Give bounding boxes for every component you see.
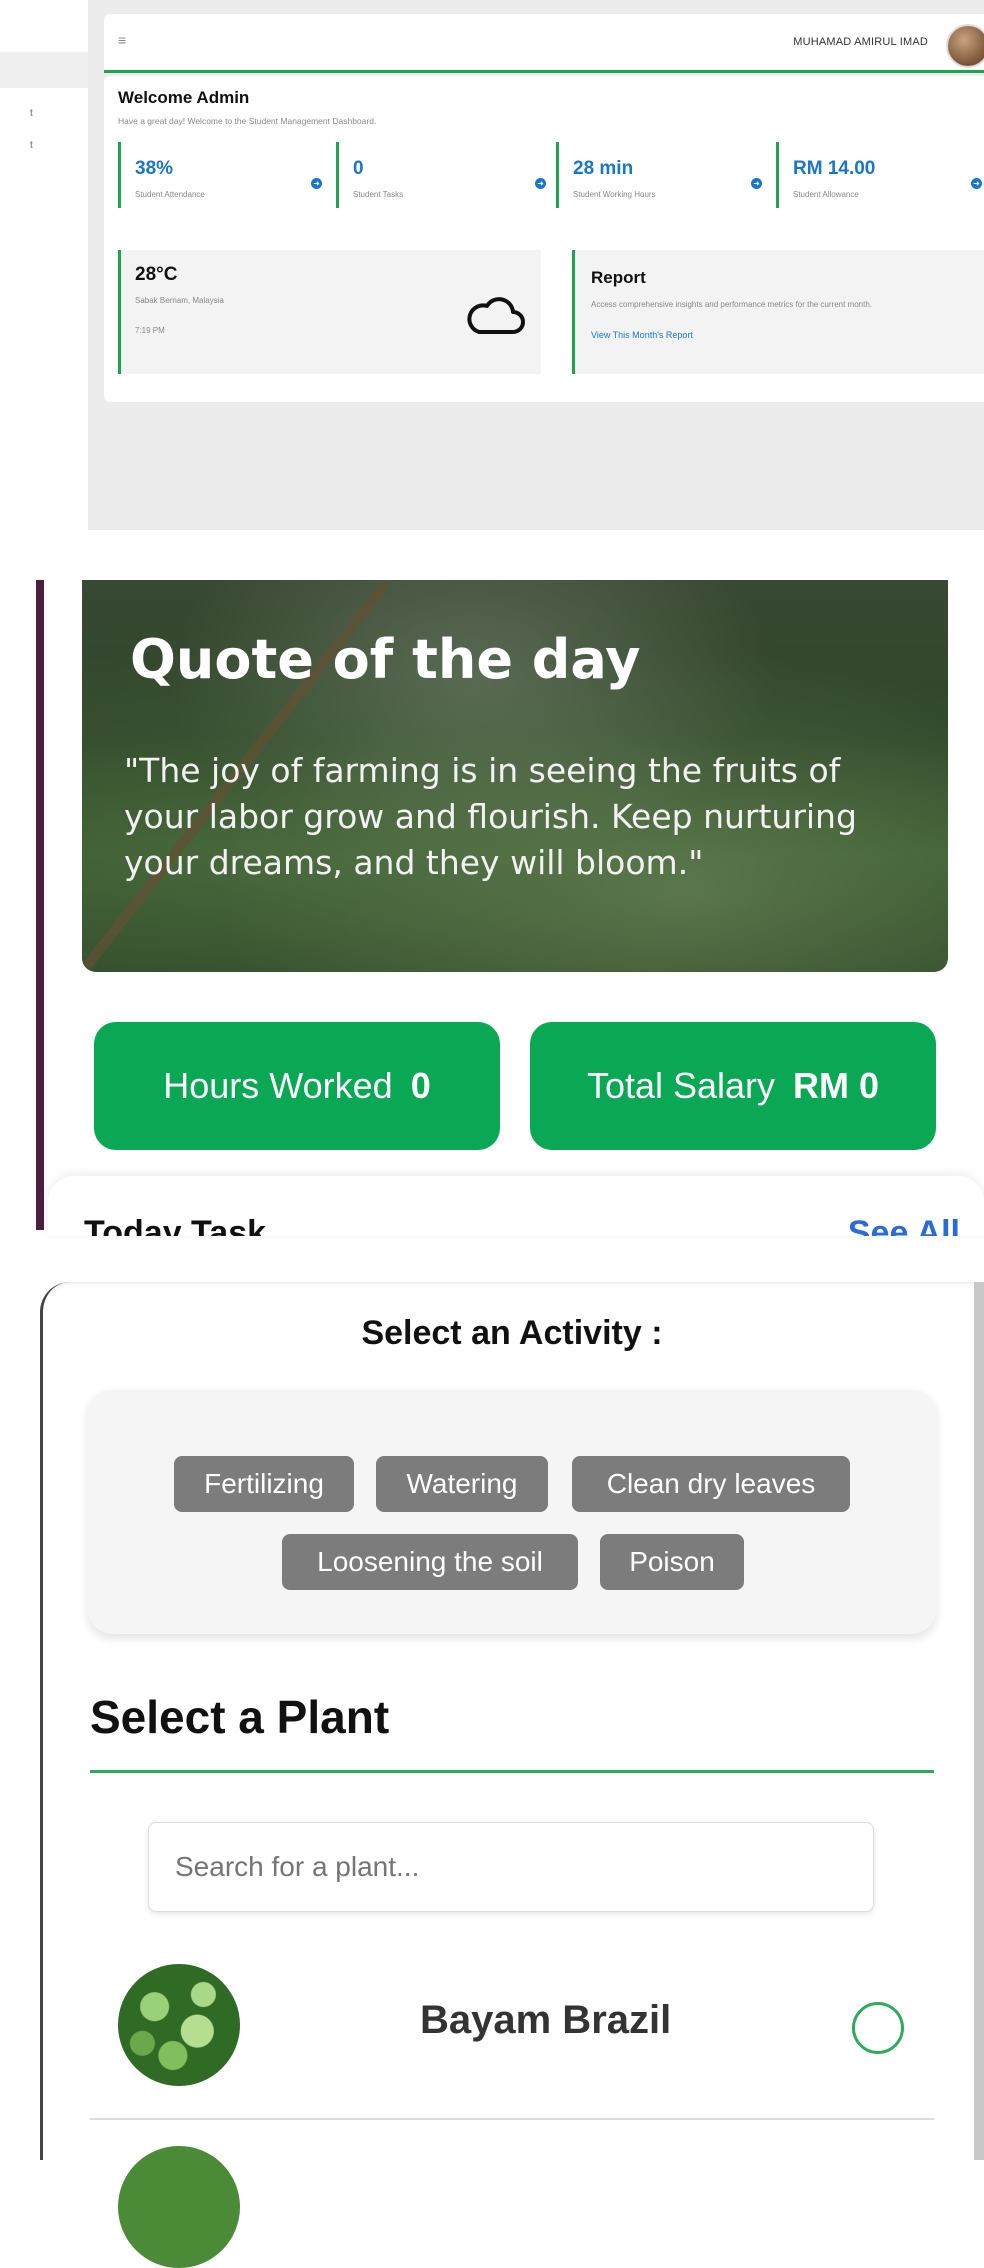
divider [90,1770,934,1773]
chip-loosening-the-soil[interactable]: Loosening the soil [282,1534,578,1590]
activity-title: Select an Activity : [361,1314,663,1352]
stat-card-tasks[interactable]: 0 Student Tasks ➜ [336,142,553,208]
stat-label: Student Working Hours [573,190,656,199]
sidebar-item-label[interactable]: t [30,108,33,119]
stat-label: Student Attendance [135,190,205,199]
weather-location: Sabak Bernam, Malaysia [135,296,224,305]
plant-thumbnail [118,2146,240,2268]
stat-value: RM 14.00 [793,158,876,179]
plant-search-input[interactable] [148,1822,874,1912]
scrollbar[interactable] [974,1282,984,2160]
total-salary-button[interactable]: Total Salary RM 0 [530,1022,936,1150]
today-task-sheet: Today Task See All [48,1176,984,1236]
avatar[interactable] [946,24,984,68]
stat-card-allowance[interactable]: RM 14.00 Student Allowance ➜ [776,142,984,208]
chip-fertilizing[interactable]: Fertilizing [174,1456,354,1512]
report-link[interactable]: View This Month's Report [591,330,693,340]
stat-label: Student Allowance [793,190,859,199]
chip-watering[interactable]: Watering [376,1456,548,1512]
sidebar-stub: t t [0,0,88,530]
chip-clean-dry-leaves[interactable]: Clean dry leaves [572,1456,850,1512]
total-salary-value: RM 0 [793,1065,880,1106]
hours-worked-value: 0 [410,1065,431,1106]
menu-icon[interactable]: ≡ [118,32,126,48]
weather-card: 28°C Sabak Bernam, Malaysia 7:19 PM [118,250,541,374]
page-title: Welcome Admin [118,88,250,107]
report-card: Report Access comprehensive insights and… [572,250,984,374]
today-task-title: Today Task [84,1214,267,1236]
plant-radio-button[interactable] [852,2002,904,2054]
hours-worked-button[interactable]: Hours Worked 0 [94,1022,500,1150]
cloud-icon [467,297,525,334]
stat-label: Student Tasks [353,190,404,199]
user-name[interactable]: MUHAMAD AMIRUL IMAD [793,36,928,48]
stat-value: 0 [353,158,364,179]
chip-poison[interactable]: Poison [600,1534,744,1590]
hours-worked-label: Hours Worked [163,1065,393,1106]
report-title: Report [591,268,646,287]
side-border [36,580,44,1230]
weather-temperature: 28°C [135,264,178,285]
arrow-right-icon[interactable]: ➜ [751,178,762,189]
plant-section-title: Select a Plant [90,1691,390,1743]
quote-text: "The joy of farming is in seeing the fru… [124,751,857,882]
plant-thumbnail [118,1964,240,2086]
total-salary-label: Total Salary [586,1065,776,1106]
sidebar-item-active[interactable] [0,52,88,88]
arrow-right-icon[interactable]: ➜ [535,178,546,189]
list-divider [90,2118,934,2120]
arrow-right-icon[interactable]: ➜ [311,178,322,189]
stat-card-attendance[interactable]: 38% Student Attendance ➜ [118,142,341,208]
plant-name[interactable]: Bayam Brazil [420,1998,671,2043]
stat-card-working-hours[interactable]: 28 min Student Working Hours ➜ [556,142,775,208]
sidebar-item-label[interactable]: t [30,140,33,151]
weather-time: 7:19 PM [135,326,165,335]
arrow-right-icon[interactable]: ➜ [971,178,982,189]
stat-value: 28 min [573,158,634,179]
top-bar: ≡ MUHAMAD AMIRUL IMAD [104,14,984,73]
welcome-subtitle: Have a great day! Welcome to the Student… [118,116,377,126]
activity-chip-group: Fertilizing Watering Clean dry leaves Lo… [88,1390,936,1634]
report-description: Access comprehensive insights and perfor… [591,300,873,309]
quote-title: Quote of the day [130,628,641,691]
see-all-link[interactable]: See All [848,1214,960,1236]
stat-value: 38% [135,158,174,179]
